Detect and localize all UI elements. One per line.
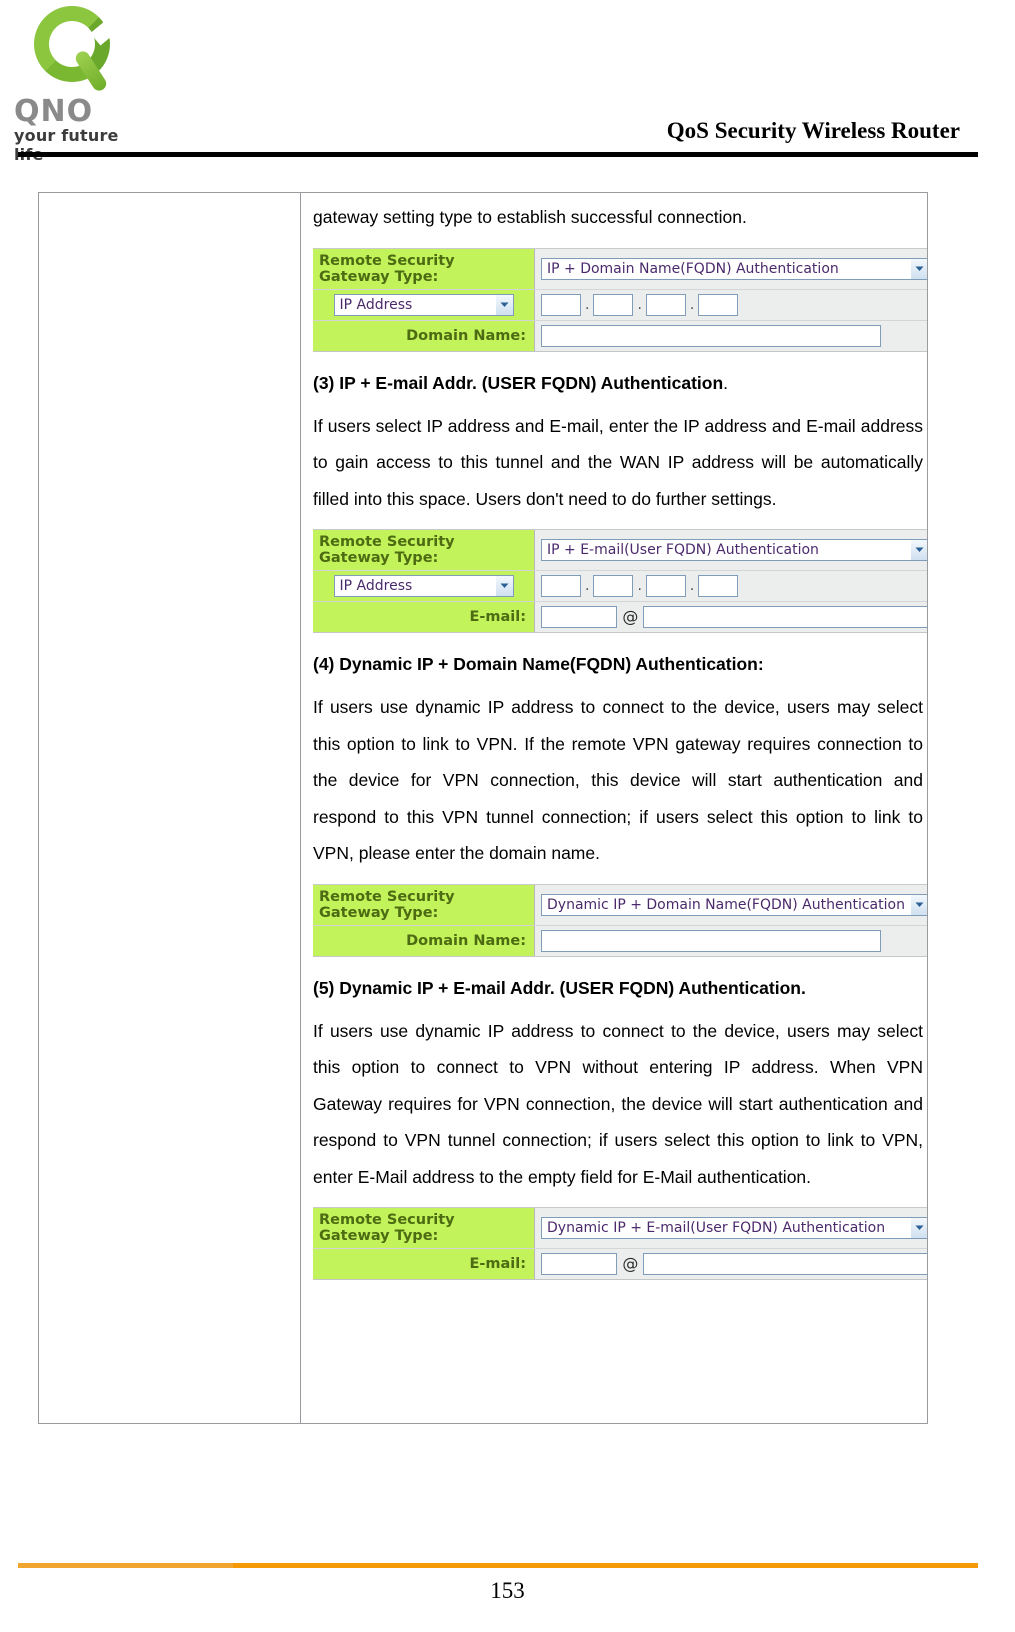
ip-octet-2-input[interactable] (593, 575, 634, 597)
ip-mode-select-value: IP Address (339, 578, 413, 594)
octet-separator: . (585, 296, 590, 313)
email-row: E-mail: @ (313, 1249, 927, 1279)
octet-separator: . (689, 578, 695, 594)
email-field: @ (535, 1249, 927, 1279)
section-4-paragraph: If users use dynamic IP address to conne… (313, 697, 923, 863)
gateway-type-select[interactable]: IP + Domain Name(FQDN) Authentication (541, 257, 927, 280)
chevron-down-icon[interactable] (910, 1218, 927, 1238)
section-3-heading-text: (3) IP + E-mail Addr. (USER FQDN) Authen… (313, 372, 724, 393)
chevron-down-icon[interactable] (910, 258, 927, 279)
gateway-type-select-value: Dynamic IP + E-mail(User FQDN) Authentic… (547, 1220, 886, 1236)
ip-octet-3-input[interactable] (645, 293, 686, 316)
chevron-down-icon[interactable] (494, 294, 513, 315)
ip-address-row: IP Address . . . (313, 571, 927, 602)
chevron-down-icon[interactable] (910, 540, 927, 560)
ip-octet-2-input[interactable] (593, 293, 634, 316)
gateway-type-field: IP + E-mail(User FQDN) Authentication (535, 530, 927, 570)
table-right-column: gateway setting type to establish succes… (301, 193, 927, 1423)
chevron-down-icon[interactable] (494, 576, 513, 596)
octet-separator: . (637, 578, 642, 594)
ip-mode-select-value: IP Address (339, 296, 413, 313)
gateway-type-field: IP + Domain Name(FQDN) Authentication (535, 248, 927, 289)
ui-screenshot-ip-email: Remote Security Gateway Type: IP + E-mai… (313, 529, 927, 633)
content-table: gateway setting type to establish succes… (38, 192, 928, 1424)
email-user-input[interactable] (541, 606, 618, 628)
at-sign-icon: @ (622, 1254, 639, 1273)
gateway-type-select-value: IP + Domain Name(FQDN) Authentication (547, 260, 839, 277)
section-5-heading: (5) Dynamic IP + E-mail Addr. (USER FQDN… (313, 977, 806, 998)
gateway-type-select-value: IP + E-mail(User FQDN) Authentication (547, 542, 819, 558)
ip-mode-cell: IP Address (313, 289, 535, 320)
intro-paragraph: gateway setting type to establish succes… (313, 207, 747, 227)
gateway-type-field: Dynamic IP + E-mail(User FQDN) Authentic… (535, 1208, 927, 1248)
section-3-heading-tail: . (723, 372, 729, 393)
gateway-type-select[interactable]: Dynamic IP + Domain Name(FQDN) Authentic… (541, 893, 927, 916)
section-5-paragraph: If users use dynamic IP address to conne… (313, 1020, 923, 1187)
ip-octet-4-input[interactable] (698, 575, 739, 597)
ui-screenshot-dynamic-email: Remote Security Gateway Type: Dynamic IP… (313, 1207, 927, 1280)
domain-name-input[interactable] (541, 324, 881, 347)
page-header: QNO your future life QoS Security Wirele… (0, 0, 1015, 164)
email-user-input[interactable] (541, 1253, 618, 1275)
domain-name-input[interactable] (541, 929, 881, 952)
domain-name-row: Domain Name: (313, 320, 927, 351)
gateway-type-row: Remote Security Gateway Type: Dynamic IP… (313, 884, 927, 926)
domain-name-row: Domain Name: (313, 925, 927, 956)
ip-mode-select[interactable]: IP Address (333, 575, 514, 597)
gateway-type-label: Remote Security Gateway Type: (313, 248, 535, 289)
header-divider (18, 152, 978, 157)
gateway-type-row: Remote Security Gateway Type: Dynamic IP… (313, 1208, 927, 1249)
gateway-type-select[interactable]: IP + E-mail(User FQDN) Authentication (541, 539, 927, 561)
ip-octet-4-input[interactable] (698, 293, 739, 316)
ui-screenshot-dynamic-domain: Remote Security Gateway Type: Dynamic IP… (313, 883, 927, 957)
ip-octet-1-input[interactable] (541, 293, 581, 316)
email-field: @ (535, 602, 927, 632)
octet-separator: . (637, 296, 642, 313)
qno-logo: QNO your future life (14, 6, 142, 164)
gateway-type-label: Remote Security Gateway Type: (313, 1208, 535, 1248)
ip-octets-field: . . . (535, 571, 927, 601)
logo-tagline: your future life (14, 126, 119, 164)
email-label: E-mail: (313, 602, 535, 632)
gateway-type-row: Remote Security Gateway Type: IP + Domai… (313, 248, 927, 290)
domain-name-field (535, 925, 927, 956)
email-row: E-mail: @ (313, 602, 927, 632)
at-sign-icon: @ (622, 607, 639, 626)
ip-address-row: IP Address . . . (313, 289, 927, 321)
ui-screenshot-ip-domain: Remote Security Gateway Type: IP + Domai… (313, 247, 927, 352)
gateway-type-label: Remote Security Gateway Type: (313, 884, 535, 925)
chevron-down-icon[interactable] (910, 894, 927, 915)
ip-mode-cell: IP Address (313, 571, 535, 601)
email-domain-input[interactable] (643, 606, 927, 628)
logo-wordmark: QNO (14, 94, 94, 129)
domain-name-label: Domain Name: (313, 925, 535, 956)
table-left-column (39, 193, 301, 1423)
logo-q-mark-icon (34, 6, 126, 100)
gateway-type-row: Remote Security Gateway Type: IP + E-mai… (313, 530, 927, 571)
domain-name-field (535, 320, 927, 351)
footer-divider (18, 1563, 978, 1568)
email-domain-input[interactable] (643, 1253, 927, 1275)
section-4-heading: (4) Dynamic IP + Domain Name(FQDN) Authe… (313, 654, 764, 674)
email-label: E-mail: (313, 1249, 535, 1279)
section-3-heading: (3) IP + E-mail Addr. (USER FQDN) Authen… (313, 368, 927, 398)
gateway-type-field: Dynamic IP + Domain Name(FQDN) Authentic… (535, 884, 927, 925)
ip-octet-3-input[interactable] (645, 575, 686, 597)
ip-octet-1-input[interactable] (541, 575, 581, 597)
document-header-title: QoS Security Wireless Router (666, 118, 960, 143)
ip-mode-select[interactable]: IP Address (333, 293, 514, 316)
ip-octets-field: . . . (535, 289, 927, 320)
gateway-type-select[interactable]: Dynamic IP + E-mail(User FQDN) Authentic… (541, 1217, 927, 1239)
octet-separator: . (585, 578, 590, 594)
gateway-type-label: Remote Security Gateway Type: (313, 530, 535, 570)
page-number: 153 (490, 1578, 525, 1603)
gateway-type-select-value: Dynamic IP + Domain Name(FQDN) Authentic… (547, 896, 905, 913)
octet-separator: . (689, 296, 695, 313)
domain-name-label: Domain Name: (313, 320, 535, 351)
section-3-paragraph: If users select IP address and E-mail, e… (313, 415, 923, 509)
